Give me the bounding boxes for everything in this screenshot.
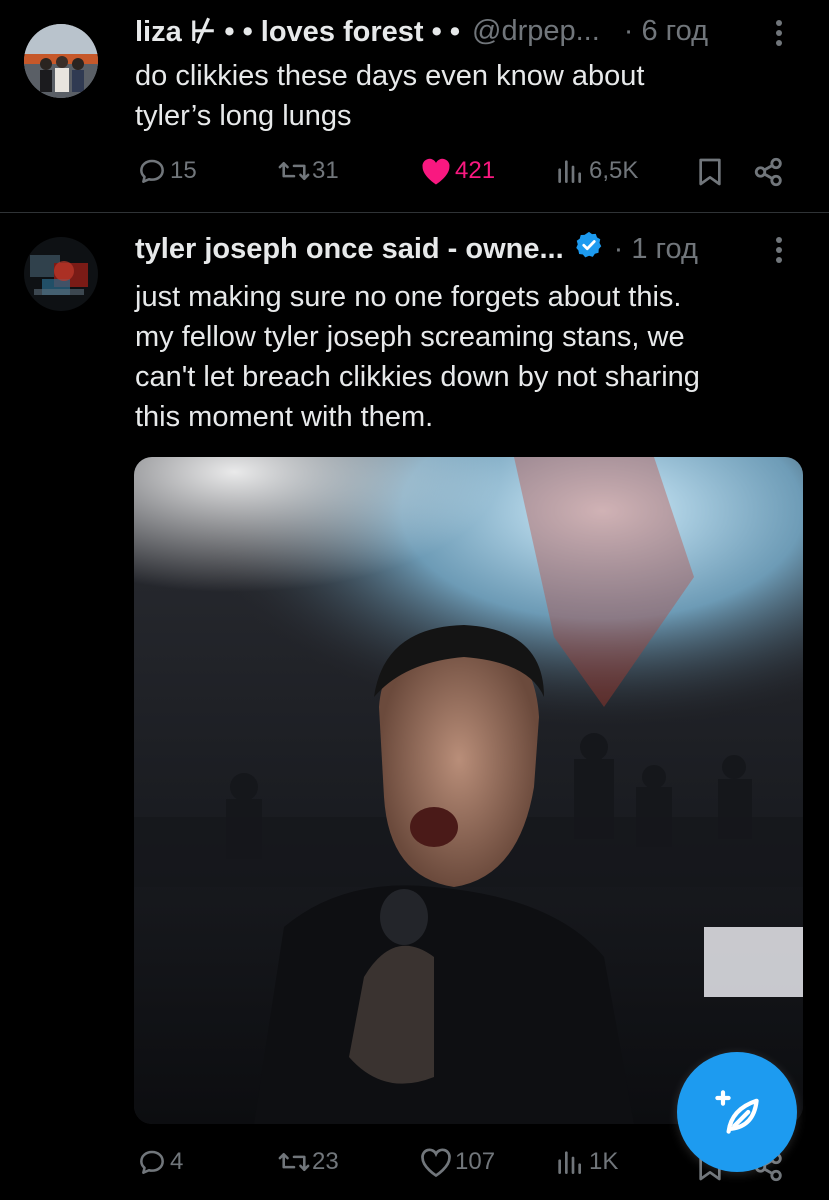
views-button[interactable]: 1K bbox=[553, 1146, 618, 1178]
tweet-text-line: just making sure no one forgets about th… bbox=[135, 281, 682, 313]
reply-icon bbox=[140, 159, 164, 183]
like-button[interactable]: 107 bbox=[419, 1146, 495, 1178]
tweet-text-line: this moment with them. bbox=[135, 401, 434, 433]
reply-button[interactable]: 4 bbox=[136, 1146, 183, 1178]
reply-count: 15 bbox=[170, 157, 197, 184]
share-button[interactable] bbox=[752, 155, 786, 189]
views-count: 1K bbox=[589, 1148, 619, 1175]
retweet-button[interactable]: 23 bbox=[276, 1146, 339, 1178]
views-icon bbox=[558, 1151, 581, 1174]
retweet-button[interactable]: 31 bbox=[276, 155, 339, 187]
tweet-1[interactable]: liza ⊬ • • loves forest • • @drpep... · … bbox=[0, 0, 829, 212]
like-count: 107 bbox=[455, 1148, 496, 1175]
author-name[interactable]: liza ⊬ • • loves forest • • bbox=[135, 14, 460, 49]
avatar[interactable] bbox=[24, 24, 98, 98]
like-icon bbox=[422, 158, 450, 185]
like-button[interactable]: 421 bbox=[419, 155, 495, 187]
avatar-image bbox=[24, 237, 98, 311]
tweet-media-video[interactable] bbox=[134, 457, 803, 1124]
video-frame-image bbox=[134, 457, 803, 1124]
reply-icon bbox=[140, 1150, 164, 1174]
more-icon[interactable] bbox=[772, 18, 786, 48]
tweet-text-line: my fellow tyler joseph screaming stans, … bbox=[135, 321, 685, 353]
retweet-icon bbox=[278, 1153, 310, 1171]
reply-button[interactable]: 15 bbox=[136, 155, 197, 187]
views-button[interactable]: 6,5K bbox=[553, 155, 638, 187]
verified-icon bbox=[574, 230, 604, 268]
like-count: 421 bbox=[455, 157, 496, 184]
compose-button[interactable] bbox=[677, 1052, 797, 1172]
like-icon bbox=[421, 1148, 451, 1178]
tweet-actions: 15 31 421 6,5K bbox=[0, 155, 829, 195]
share-icon bbox=[754, 157, 782, 187]
tweet-text-line: do clikkies these days even know about bbox=[135, 60, 645, 92]
bookmark-icon bbox=[699, 158, 721, 186]
retweet-count: 31 bbox=[312, 157, 339, 184]
bookmark-button[interactable] bbox=[694, 155, 726, 189]
retweet-count: 23 bbox=[312, 1148, 339, 1175]
tweet-text: do clikkies these days even know about t… bbox=[135, 56, 644, 136]
tweet-text: just making sure no one forgets about th… bbox=[135, 277, 700, 437]
tweet-text-line: tyler’s long lungs bbox=[135, 100, 352, 132]
reply-count: 4 bbox=[170, 1148, 184, 1175]
retweet-icon bbox=[278, 162, 310, 180]
views-icon bbox=[558, 160, 581, 183]
avatar-image bbox=[24, 24, 98, 98]
author-name[interactable]: tyler joseph once said - owne... bbox=[135, 233, 564, 266]
views-count: 6,5K bbox=[589, 157, 639, 184]
timestamp[interactable]: · 6 год bbox=[624, 15, 708, 48]
timestamp[interactable]: · 1 год bbox=[614, 233, 698, 266]
author-handle[interactable]: @drpep... bbox=[472, 15, 600, 48]
more-icon[interactable] bbox=[772, 235, 786, 265]
tweet-text-line: can't let breach clikkies down by not sh… bbox=[135, 361, 700, 393]
compose-icon bbox=[715, 1090, 759, 1134]
avatar[interactable] bbox=[24, 237, 98, 311]
